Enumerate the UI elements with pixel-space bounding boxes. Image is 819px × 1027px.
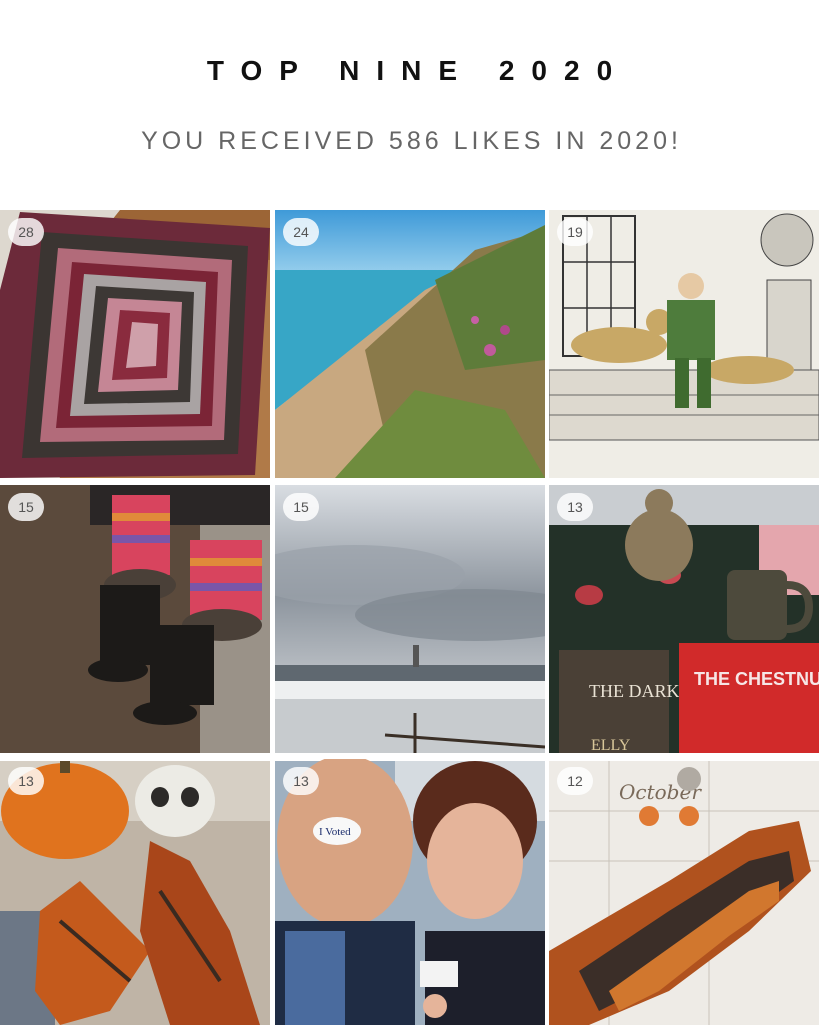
likes-badge: 12 — [557, 767, 593, 795]
photo-tile-legwarmers[interactable]: 15 — [0, 485, 270, 753]
photo-tile-voted-selfie[interactable]: I Voted 13 — [275, 759, 545, 1027]
likes-badge: 13 — [557, 493, 593, 521]
legwarmers-photo — [0, 485, 270, 753]
page-title: TOP NINE 2020 — [206, 55, 630, 86]
photo-tile-winter-lighthouse[interactable]: 15 — [275, 485, 545, 753]
planner-sock-photo: October — [549, 761, 819, 1025]
photo-tile-lake-dune[interactable]: 24 — [275, 210, 545, 478]
cat-mug-books-photo: THE DARK ANGEL ELLY THE CHESTNUT MAN — [549, 485, 819, 753]
likes-badge: 13 — [283, 767, 319, 795]
likes-summary: YOU RECEIVED 586 LIKES IN 2020! — [141, 127, 682, 155]
photo-tile-cat-mug-books[interactable]: THE DARK ANGEL ELLY THE CHESTNUT MAN 13 — [549, 485, 819, 753]
knitted-blanket-photo: . — [0, 210, 270, 478]
winter-lighthouse-photo — [275, 485, 545, 753]
pumpkin-socks-photo — [0, 761, 270, 1025]
likes-badge: 28 — [8, 218, 44, 246]
lake-dune-photo — [275, 210, 545, 478]
photo-tile-knitted-blanket[interactable]: . 28 — [0, 210, 270, 478]
likes-badge: 13 — [8, 767, 44, 795]
likes-badge: 19 — [557, 218, 593, 246]
voted-selfie-photo: I Voted — [275, 759, 545, 1025]
likes-badge: 15 — [8, 493, 44, 521]
book-author: ELLY — [591, 737, 631, 753]
likes-badge: 24 — [283, 218, 319, 246]
illustration-photo — [549, 210, 819, 478]
book-title-chestnut-man: THE CHESTNUT MAN — [694, 669, 819, 689]
likes-badge: 15 — [283, 493, 319, 521]
photo-tile-pumpkin-socks[interactable]: 13 — [0, 759, 270, 1027]
photo-tile-planner-sock[interactable]: October 12 — [549, 759, 819, 1027]
voted-sticker-text: I Voted — [319, 826, 351, 838]
photo-tile-illustration[interactable]: 19 — [549, 210, 819, 478]
photo-grid: . 28 24 — [0, 210, 819, 1025]
